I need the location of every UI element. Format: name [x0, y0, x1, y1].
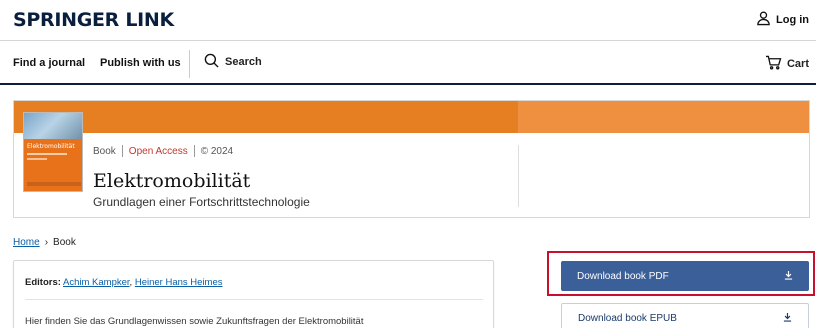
meta-separator: [193, 145, 195, 157]
copyright-year: © 2024: [200, 145, 234, 157]
card-divider: [518, 145, 519, 207]
user-icon: [756, 10, 771, 29]
login-label: Log in: [776, 13, 809, 26]
search-button[interactable]: Search: [204, 53, 262, 71]
meta-separator: [121, 145, 123, 157]
book-meta: Book Open Access © 2024: [93, 145, 233, 157]
springer-link-logo[interactable]: SPRINGER LINK: [13, 9, 174, 31]
book-description: Hier finden Sie das Grundlagenwissen sow…: [25, 316, 364, 327]
cover-photo: [24, 113, 82, 139]
login-button[interactable]: Log in: [756, 10, 809, 29]
editors-label: Editors:: [25, 277, 61, 288]
cart-icon: [765, 55, 782, 73]
cover-decoration: [27, 158, 47, 160]
download-icon: [783, 312, 792, 325]
search-icon: [204, 53, 219, 71]
download-pdf-label: Download book PDF: [577, 270, 669, 282]
breadcrumb-current: Book: [53, 237, 76, 248]
download-icon: [784, 270, 793, 283]
chevron-right-icon: ›: [44, 237, 49, 248]
search-label: Search: [225, 56, 262, 68]
download-epub-button[interactable]: Download book EPUB: [561, 303, 809, 328]
cart-label: Cart: [786, 58, 809, 70]
nav-divider: [189, 50, 190, 78]
divider: [25, 299, 483, 300]
cart-button[interactable]: Cart: [765, 55, 809, 73]
book-banner: [14, 101, 518, 133]
breadcrumb-home-link[interactable]: Home: [13, 237, 40, 248]
nav-find-journal[interactable]: Find a journal: [13, 57, 85, 69]
open-access-badge: Open Access: [128, 145, 188, 157]
book-header-card: Elektromobilität Book Open Access © 2024…: [13, 100, 810, 218]
breadcrumb: Home › Book: [13, 237, 76, 248]
main-nav: Find a journal Publish with us Search Ca…: [0, 42, 816, 85]
book-title: Elektromobilität: [93, 170, 251, 192]
cover-title: Elektromobilität: [27, 143, 75, 150]
book-banner-side: [518, 101, 809, 133]
editors-line: Editors: Achim Kampker, Heiner Hans Heim…: [25, 277, 222, 288]
cover-footer-bar: [27, 182, 81, 186]
nav-publish[interactable]: Publish with us: [100, 57, 181, 69]
book-cover-image[interactable]: Elektromobilität: [23, 112, 83, 192]
cover-decoration: [27, 153, 67, 155]
content-type: Book: [93, 145, 116, 157]
editor-link[interactable]: Heiner Hans Heimes: [135, 277, 223, 288]
editor-link[interactable]: Achim Kampker: [63, 277, 130, 288]
book-subtitle: Grundlagen einer Fortschrittstechnologie: [93, 195, 310, 209]
download-pdf-button[interactable]: Download book PDF: [561, 261, 809, 291]
top-header: SPRINGER LINK Log in: [0, 0, 816, 41]
book-info-card: Editors: Achim Kampker, Heiner Hans Heim…: [13, 260, 494, 328]
download-epub-label: Download book EPUB: [578, 312, 677, 324]
